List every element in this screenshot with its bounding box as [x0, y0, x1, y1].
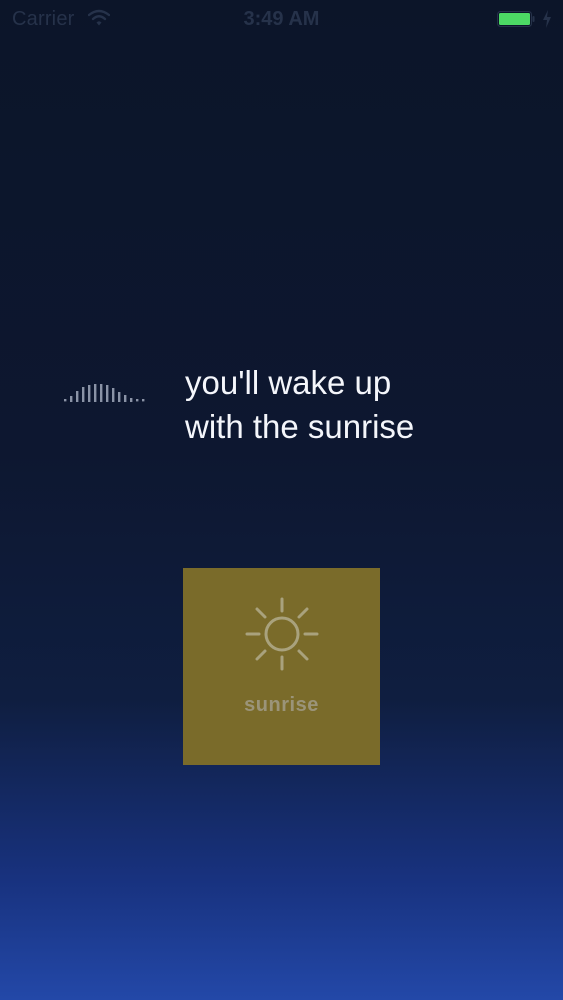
wake-message-line-2: with the sunrise [185, 408, 415, 445]
charging-bolt-icon [543, 10, 551, 28]
wake-message-line-1: you'll wake up [185, 364, 392, 401]
sunrise-button[interactable] [183, 568, 380, 765]
status-bar: Carrier 3:49 AM [0, 0, 563, 40]
status-time: 3:49 AM [243, 8, 320, 30]
wake-message: you'll wake up with the sunrise [185, 361, 545, 449]
battery-icon [497, 11, 535, 27]
sound-wave-icon [64, 384, 145, 402]
